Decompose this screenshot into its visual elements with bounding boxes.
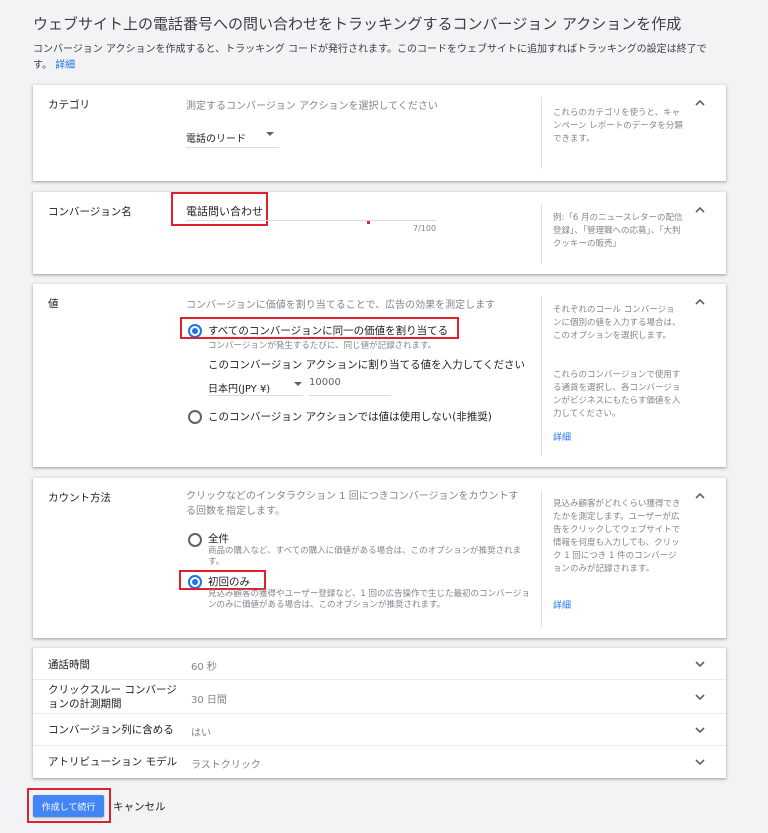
row-value: はい	[191, 728, 211, 739]
value-hint-1: それぞれのコール コンバージョンに個別の値を入力する場合は、このオプションを選択…	[553, 305, 681, 341]
hint-divider	[541, 204, 542, 264]
option-count-all-desc: 商品の購入など、すべての購入に価値がある場合は、このオプションが推奨されます。	[208, 546, 522, 567]
count-hint: 見込み顧客がどれくらい獲得できたかを測定します。ユーザーが広告をクリックしてウェ…	[553, 499, 681, 574]
row-label: クリックスルー コンバージョンの計測期間	[48, 684, 177, 710]
chevron-down-icon	[294, 382, 302, 386]
chevron-down-icon[interactable]	[694, 756, 706, 768]
value-hint-2: これらのコンバージョンで使用する通貨を選択し、各コンバージョンがビジネスにもたら…	[553, 370, 681, 419]
chevron-up-icon[interactable]	[694, 204, 706, 216]
intro-body: コンバージョン アクションを作成すると、トラッキング コードが発行されます。この…	[33, 44, 707, 55]
value-card: 値 コンバージョンに価値を割り当てることで、広告の効果を測定します すべてのコン…	[33, 284, 726, 467]
row-click-through-window[interactable]: クリックスルー コンバージョンの計測期間 30 日間	[33, 680, 726, 714]
hint-divider	[541, 296, 542, 456]
highlight-box-count	[179, 570, 266, 590]
chevron-up-icon[interactable]	[694, 490, 706, 502]
option-count-first-desc: 見込み顧客の獲得やユーザー登録など、1 回の広告操作で生じた最初のコンバージョン…	[208, 589, 530, 610]
option-no-value-label[interactable]: このコンバージョン アクションでは値は使用しない(非推奨)	[208, 409, 492, 424]
conversion-name-hint: 例:「6 月のニュースレターの配信登録」、「管理職への応募」、「大判クッキーの販…	[553, 213, 683, 249]
row-value: ラストクリック	[191, 760, 261, 771]
chevron-down-icon[interactable]	[694, 658, 706, 670]
row-call-length[interactable]: 通話時間 60 秒	[33, 648, 726, 680]
chevron-down-icon[interactable]	[694, 691, 706, 703]
row-attribution-model[interactable]: アトリビューション モデル ラストクリック	[33, 746, 726, 778]
count-card: カウント方法 クリックなどのインタラクション 1 回につきコンバージョンをカウン…	[33, 478, 726, 638]
radio-no-value[interactable]	[188, 410, 202, 424]
count-label: カウント方法	[48, 492, 111, 504]
chevron-up-icon[interactable]	[694, 296, 706, 308]
option-count-all-label[interactable]: 全件	[208, 531, 229, 546]
highlight-box-create	[27, 788, 111, 823]
row-include-in-conversions[interactable]: コンバージョン列に含める はい	[33, 714, 726, 746]
currency-underline	[208, 395, 303, 396]
intro-learn-more-link[interactable]: 詳細	[55, 60, 75, 71]
row-label: アトリビューション モデル	[48, 756, 178, 768]
count-prompt: クリックなどのインタラクション 1 回につきコンバージョンをカウントする回数を指…	[186, 491, 519, 517]
row-value: 30 日間	[191, 695, 227, 706]
row-label: コンバージョン列に含める	[48, 724, 174, 736]
character-counter: 7/100	[413, 224, 437, 233]
value-prompt: コンバージョンに価値を割り当てることで、広告の効果を測定します	[186, 300, 496, 311]
highlight-box-value	[180, 317, 459, 339]
option-same-value-desc: コンバージョンが発生するたびに、同じ値が記録されます。	[208, 341, 437, 351]
hint-divider	[541, 490, 542, 626]
currency-value: 日本円(JPY ¥)	[208, 384, 271, 395]
row-label: 通話時間	[48, 659, 90, 671]
conversion-name-underline	[186, 220, 436, 221]
currency-select[interactable]: 日本円(JPY ¥)	[208, 377, 303, 395]
chevron-down-icon	[266, 132, 274, 136]
category-hint: これらのカテゴリを使うと、キャンペーン レポートのデータを分類できます。	[553, 108, 683, 144]
amount-input[interactable]: 10000	[309, 377, 341, 388]
value-learn-more-link[interactable]: 詳細	[553, 433, 571, 443]
category-prompt: 測定するコンバージョン アクションを選択してください	[186, 101, 438, 112]
category-card: カテゴリ 測定するコンバージョン アクションを選択してください 電話のリード こ…	[33, 85, 726, 181]
category-select[interactable]: 電話のリード	[186, 127, 279, 147]
value-label: 値	[48, 298, 59, 310]
chevron-down-icon[interactable]	[694, 724, 706, 736]
category-select-underline	[186, 147, 279, 148]
hint-divider	[541, 97, 542, 169]
amount-underline	[309, 395, 391, 396]
radio-count-all[interactable]	[188, 533, 202, 547]
conversion-name-card: コンバージョン名 電話問い合わせ 7/100 例:「6 月のニュースレターの配信…	[33, 192, 726, 274]
intro-body-cont: す。	[33, 60, 52, 71]
cancel-button[interactable]: キャンセル	[113, 799, 166, 814]
category-label: カテゴリ	[48, 99, 90, 111]
conversion-name-label: コンバージョン名	[48, 206, 132, 218]
page-title: ウェブサイト上の電話番号への問い合わせをトラッキングするコンバージョン アクショ…	[33, 15, 682, 33]
intro-text: コンバージョン アクションを作成すると、トラッキング コードが発行されます。この…	[33, 42, 733, 74]
input-marker	[367, 221, 370, 224]
advanced-settings-panel: 通話時間 60 秒 クリックスルー コンバージョンの計測期間 30 日間 コンバ…	[33, 648, 726, 778]
count-learn-more-link[interactable]: 詳細	[553, 601, 571, 611]
chevron-up-icon[interactable]	[694, 97, 706, 109]
category-selected-value: 電話のリード	[186, 134, 246, 145]
row-value: 60 秒	[191, 662, 217, 673]
enter-value-label: このコンバージョン アクションに割り当てる値を入力してください	[208, 359, 525, 371]
